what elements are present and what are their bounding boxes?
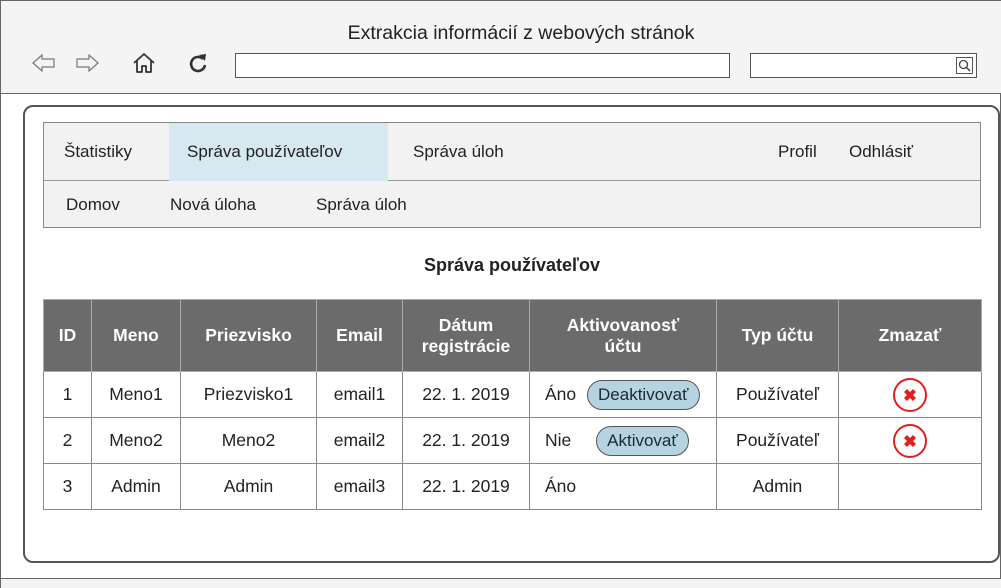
delete-x-icon <box>904 388 916 401</box>
activation-status: Nie <box>545 429 572 450</box>
page-title: Správa používateľov <box>424 255 600 275</box>
cell-last-name: Priezvisko1 <box>180 371 317 418</box>
users-table: ID Meno Priezvisko Email Dátum registrác… <box>43 299 982 510</box>
browser-window: Extrakcia informácií z webových stránok … <box>0 0 1001 588</box>
url-input[interactable] <box>235 53 730 78</box>
delete-user-button[interactable] <box>893 377 927 412</box>
cell-activation: Áno Deaktivovať <box>529 371 717 418</box>
activate-button[interactable]: Aktivovať <box>596 425 689 456</box>
cell-first-name: Admin <box>91 463 181 510</box>
header-activation-line-1: Aktivovanosť <box>566 314 680 335</box>
cell-activation: Áno <box>529 463 717 510</box>
deactivate-button[interactable]: Deaktivovať <box>587 379 700 410</box>
column-header-first-name[interactable]: Meno <box>91 299 181 372</box>
column-header-activation[interactable]: Aktivovanosť účtu <box>529 299 717 372</box>
column-header-last-name[interactable]: Priezvisko <box>180 299 317 372</box>
column-header-account-type[interactable]: Typ účtu <box>716 299 839 372</box>
menu-item-profile[interactable]: Profil <box>762 123 842 181</box>
cell-delete <box>838 371 982 418</box>
cell-id: 2 <box>43 417 92 464</box>
submenu-item-task-management[interactable]: Správa úloh <box>294 181 444 228</box>
search-input[interactable] <box>750 53 977 78</box>
cell-registration-date: 22. 1. 2019 <box>402 417 530 464</box>
cell-delete <box>838 463 982 510</box>
browser-toolbar: Extrakcia informácií z webových stránok <box>1 1 1001 94</box>
submenu-item-home[interactable]: Domov <box>44 181 154 228</box>
header-activation-line-2: účtu <box>604 335 642 356</box>
menu-item-statistics[interactable]: Štatistiky <box>44 123 169 181</box>
cell-email: email2 <box>316 417 403 464</box>
cell-account-type: Používateľ <box>716 371 839 418</box>
cell-registration-date: 22. 1. 2019 <box>402 371 530 418</box>
cell-activation: Nie Aktivovať <box>529 417 717 464</box>
table-row: 2 Meno2 Meno2 email2 22. 1. 2019 Nie Akt… <box>43 417 982 464</box>
activation-status: Áno <box>545 383 577 404</box>
forward-arrow-icon[interactable] <box>74 49 100 77</box>
cell-last-name: Meno2 <box>180 417 317 464</box>
submenu-item-new-task[interactable]: Nová úloha <box>154 181 294 228</box>
column-header-delete[interactable]: Zmazať <box>838 299 982 372</box>
column-header-id[interactable]: ID <box>43 299 92 372</box>
sub-menu: Domov Nová úloha Správa úloh <box>44 181 980 228</box>
cell-first-name: Meno1 <box>91 371 181 418</box>
main-menu: Štatistiky Správa používateľov Správa úl… <box>44 123 980 181</box>
cell-id: 3 <box>43 463 92 510</box>
status-bar <box>1 578 1001 588</box>
table-header-row: ID Meno Priezvisko Email Dátum registrác… <box>43 299 982 372</box>
cell-last-name: Admin <box>180 463 317 510</box>
back-arrow-icon[interactable] <box>31 49 57 77</box>
cell-first-name: Meno2 <box>91 417 181 464</box>
cell-account-type: Používateľ <box>716 417 839 464</box>
cell-account-type: Admin <box>716 463 839 510</box>
home-icon[interactable] <box>131 49 157 77</box>
delete-x-icon <box>904 434 916 447</box>
cell-delete <box>838 417 982 464</box>
header-date-line-2: registrácie <box>421 335 511 356</box>
window-title: Extrakcia informácií z webových stránok <box>347 22 695 44</box>
menu-item-user-management[interactable]: Správa používateľov <box>169 123 388 181</box>
reload-icon[interactable] <box>185 49 211 77</box>
search-icon[interactable] <box>956 57 973 74</box>
cell-email: email3 <box>316 463 403 510</box>
header-date-line-1: Dátum <box>438 314 494 335</box>
table-row: 1 Meno1 Priezvisko1 email1 22. 1. 2019 Á… <box>43 371 982 418</box>
menu-item-logout[interactable]: Odhlásiť <box>842 123 952 181</box>
table-row: 3 Admin Admin email3 22. 1. 2019 Áno Adm… <box>43 463 982 510</box>
cell-email: email1 <box>316 371 403 418</box>
column-header-email[interactable]: Email <box>316 299 403 372</box>
activation-status: Áno <box>545 476 577 496</box>
column-header-registration-date[interactable]: Dátum registrácie <box>402 299 530 372</box>
delete-user-button[interactable] <box>893 423 927 458</box>
cell-registration-date: 22. 1. 2019 <box>402 463 530 510</box>
navigation-menu: Štatistiky Správa používateľov Správa úl… <box>43 122 981 228</box>
cell-id: 1 <box>43 371 92 418</box>
menu-item-task-management[interactable]: Správa úloh <box>388 123 538 181</box>
